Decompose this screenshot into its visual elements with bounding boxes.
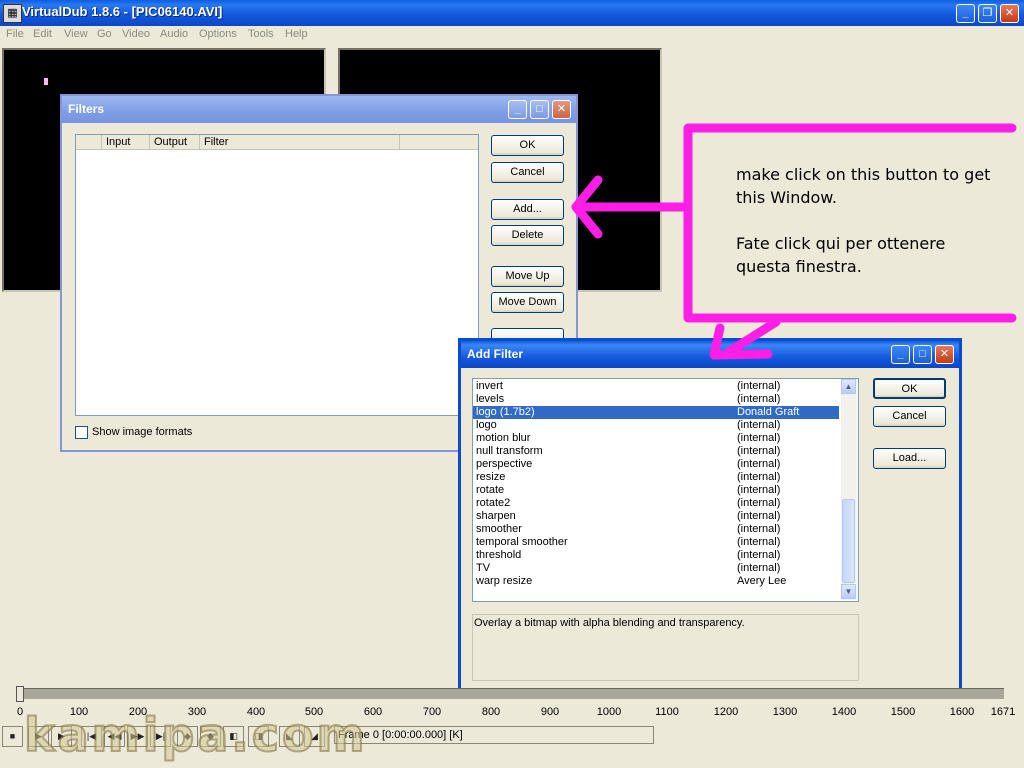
timeline-tick-label: 1000 xyxy=(596,706,622,718)
timeline-tick-label: 1300 xyxy=(772,706,798,718)
annotation-line-1: make click on this button to get xyxy=(736,165,991,184)
watermark: kamipa.com xyxy=(23,707,368,763)
timeline-tick-label: 700 xyxy=(422,706,442,718)
timeline-tick-label: 1671 xyxy=(990,706,1016,718)
timeline-tick-label: 900 xyxy=(540,706,560,718)
timeline-thumb[interactable] xyxy=(16,686,24,702)
annotation-line-3: Fate click qui per ottenere xyxy=(736,234,946,253)
annotation-line-4: questa finestra. xyxy=(736,257,862,276)
timeline-tick-label: 800 xyxy=(481,706,501,718)
timeline-tick-label: 1100 xyxy=(655,706,679,718)
timeline-track[interactable] xyxy=(18,688,1004,699)
timeline-tick-label: 1500 xyxy=(890,706,916,718)
annotation-text-it: Fate click qui per ottenere questa fines… xyxy=(736,232,945,278)
stop-icon[interactable]: ■ xyxy=(2,726,23,747)
annotation-text-en: make click on this button to get this Wi… xyxy=(736,163,990,209)
timeline-tick-label: 0 xyxy=(16,706,24,718)
timeline-tick-label: 1600 xyxy=(949,706,975,718)
timeline-tick-label: 1400 xyxy=(831,706,857,718)
annotation-line-2: this Window. xyxy=(736,188,837,207)
timeline-tick-label: 1200 xyxy=(713,706,739,718)
annotation-arrows xyxy=(571,123,1017,360)
frame-indicator: Frame 0 [0:00:00.000] [K] xyxy=(334,726,654,744)
